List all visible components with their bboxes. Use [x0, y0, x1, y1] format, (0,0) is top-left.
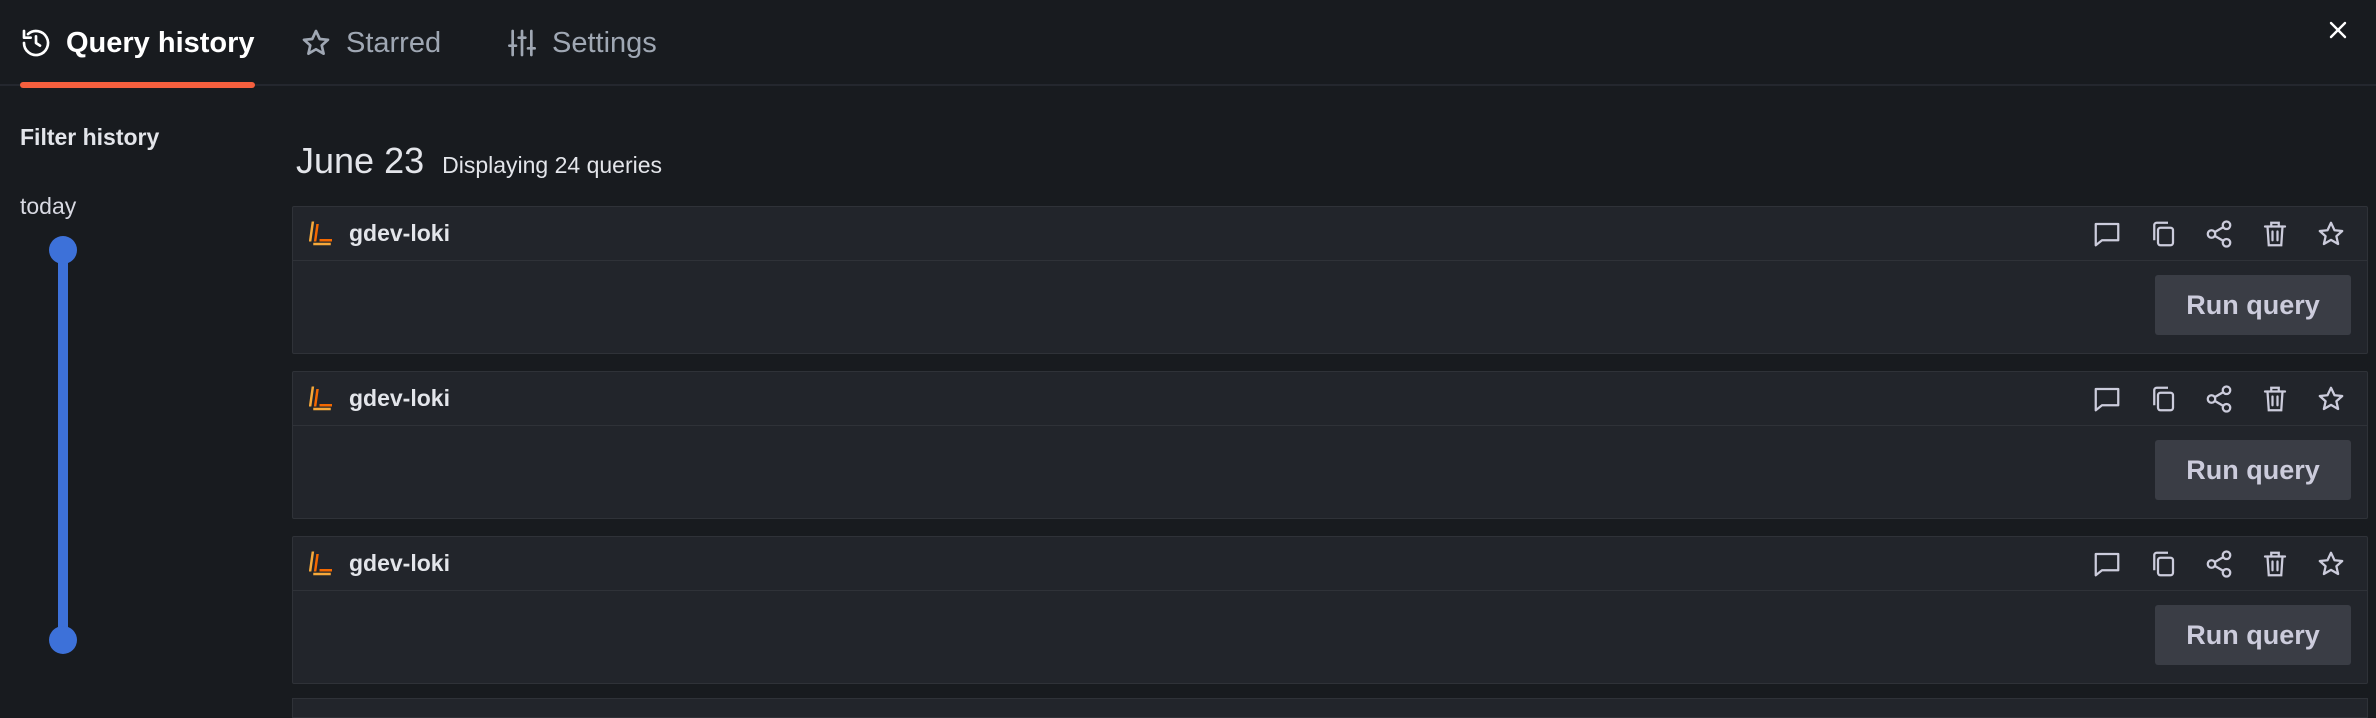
datasource-name: gdev-loki	[349, 385, 450, 411]
date-label: June 23	[296, 140, 425, 181]
star-query-button[interactable]	[2315, 548, 2347, 580]
delete-query-button[interactable]	[2259, 383, 2291, 415]
copy-query-button[interactable]	[2147, 548, 2179, 580]
card-actions	[2067, 207, 2347, 261]
share-query-button[interactable]	[2203, 548, 2235, 580]
query-card: gdev-loki Run query	[292, 206, 2368, 354]
star-icon	[2318, 221, 2344, 246]
comment-icon	[2094, 387, 2120, 412]
query-card-partial	[292, 698, 2368, 718]
history-icon	[22, 29, 50, 57]
share-query-button[interactable]	[2203, 383, 2235, 415]
query-history-list: June 23 Displaying 24 queries gdev-loki	[292, 88, 2376, 718]
card-header: gdev-loki	[293, 537, 2367, 591]
add-comment-button[interactable]	[2091, 383, 2123, 415]
run-query-button[interactable]: Run query	[2155, 605, 2351, 665]
run-query-button[interactable]: Run query	[2155, 440, 2351, 500]
star-icon	[302, 29, 330, 55]
delete-icon	[2263, 221, 2287, 247]
share-query-button[interactable]	[2203, 218, 2235, 250]
card-header: gdev-loki	[293, 207, 2367, 261]
add-comment-button[interactable]	[2091, 548, 2123, 580]
tab-query-history[interactable]: Query history	[20, 0, 255, 88]
add-comment-button[interactable]	[2091, 218, 2123, 250]
tab-label: Starred	[346, 26, 442, 59]
query-count: Displaying 24 queries	[442, 152, 663, 178]
datasource-name: gdev-loki	[349, 550, 450, 576]
card-header: gdev-loki	[293, 372, 2367, 426]
date-heading: June 23 Displaying 24 queries	[296, 140, 662, 182]
delete-icon	[2263, 551, 2287, 577]
query-card: gdev-loki Run query	[292, 536, 2368, 684]
loki-logo-icon	[309, 221, 332, 245]
card-actions	[2067, 372, 2347, 426]
filter-title: Filter history	[20, 124, 160, 150]
star-icon	[2318, 386, 2344, 411]
tab-label: Query history	[66, 26, 255, 59]
star-query-button[interactable]	[2315, 218, 2347, 250]
copy-query-button[interactable]	[2147, 383, 2179, 415]
share-icon	[2206, 220, 2232, 248]
loki-logo-icon	[309, 551, 332, 575]
share-icon	[2206, 385, 2232, 413]
share-icon	[2206, 550, 2232, 578]
query-card: gdev-loki Run query	[292, 371, 2368, 519]
copy-icon	[2153, 551, 2175, 577]
filter-sidebar: Filter history today	[0, 88, 290, 708]
close-icon	[2329, 21, 2347, 39]
comment-icon	[2094, 222, 2120, 247]
slider-handle-end[interactable]	[49, 626, 77, 654]
tab-settings[interactable]: Settings	[506, 0, 657, 86]
history-range-slider[interactable]	[58, 250, 68, 642]
tab-starred[interactable]: Starred	[300, 0, 441, 86]
copy-icon	[2153, 386, 2175, 412]
delete-query-button[interactable]	[2259, 548, 2291, 580]
sliders-icon	[508, 29, 536, 57]
delete-query-button[interactable]	[2259, 218, 2291, 250]
comment-icon	[2094, 552, 2120, 577]
loki-logo-icon	[309, 386, 332, 410]
star-icon	[2318, 551, 2344, 576]
tab-label: Settings	[552, 26, 657, 59]
run-query-button[interactable]: Run query	[2155, 275, 2351, 335]
card-actions	[2067, 537, 2347, 591]
datasource-name: gdev-loki	[349, 220, 450, 246]
tab-bar: Query history Starred Settings	[0, 0, 2376, 88]
slider-handle-start[interactable]	[49, 236, 77, 264]
range-label: today	[20, 193, 77, 219]
star-query-button[interactable]	[2315, 383, 2347, 415]
delete-icon	[2263, 386, 2287, 412]
copy-icon	[2153, 221, 2175, 247]
copy-query-button[interactable]	[2147, 218, 2179, 250]
close-button[interactable]	[2322, 14, 2354, 46]
